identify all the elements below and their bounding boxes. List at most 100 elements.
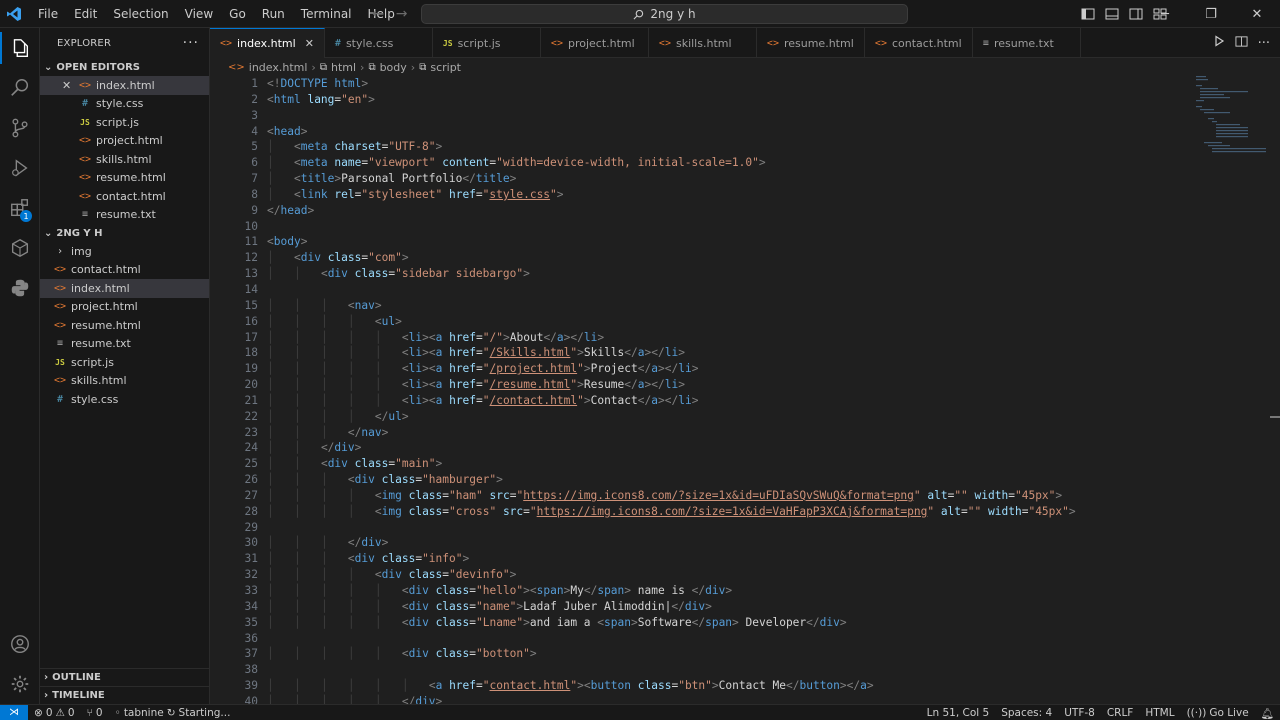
breadcrumb-item[interactable]: script bbox=[430, 61, 461, 74]
code-line[interactable]: │ │ │ │ │ <li><a href="/Skills.html">Ski… bbox=[267, 345, 1197, 361]
open-editor-item[interactable]: <> project.html bbox=[40, 132, 209, 151]
ports-indicator[interactable]: ⑂ 0 bbox=[81, 707, 109, 719]
open-editor-item[interactable]: <> resume.html bbox=[40, 169, 209, 188]
remote-explorer-icon[interactable] bbox=[0, 228, 40, 268]
open-editors-header[interactable]: ⌄ OPEN EDITORS bbox=[40, 58, 209, 76]
tab-style-css[interactable]: # style.css bbox=[325, 28, 433, 58]
timeline-header[interactable]: › TIMELINE bbox=[40, 686, 209, 704]
restore-icon[interactable]: ❐ bbox=[1188, 0, 1234, 28]
code-line[interactable]: │ │ │ </nav> bbox=[267, 425, 1197, 441]
code-area[interactable]: <!DOCTYPE html> <html lang="en"> <head> │ <… bbox=[267, 76, 1197, 704]
command-center-search[interactable]: 2ng y h bbox=[421, 4, 908, 24]
go-live-button[interactable]: ((·)) Go Live bbox=[1181, 707, 1255, 719]
file-item[interactable]: JS script.js bbox=[40, 353, 209, 372]
open-editor-item[interactable]: <> contact.html bbox=[40, 187, 209, 206]
code-line[interactable]: │ │ │ │ │ </div> bbox=[267, 694, 1197, 704]
code-line[interactable]: │ │ <div class="sidebar sidebargo"> bbox=[267, 266, 1197, 282]
source-control-icon[interactable] bbox=[0, 108, 40, 148]
code-editor[interactable]: 1 2 3 4 5 6 7 8 9 10 11 12 13 14 15 16 17 18 19 20 21 22 23 24 2… bbox=[210, 76, 1280, 704]
code-line[interactable] bbox=[267, 282, 1197, 298]
encoding[interactable]: UTF-8 bbox=[1058, 707, 1101, 719]
code-line[interactable]: │ │ │ │ <img class="cross" src="https://… bbox=[267, 504, 1197, 520]
line-endings[interactable]: CRLF bbox=[1101, 707, 1140, 719]
code-line[interactable]: │ │ │ <div class="hamburger"> bbox=[267, 472, 1197, 488]
code-line[interactable]: │ │ │ </div> bbox=[267, 535, 1197, 551]
search-icon[interactable] bbox=[0, 68, 40, 108]
breadcrumb-item[interactable]: html bbox=[331, 61, 356, 74]
minimap[interactable] bbox=[1196, 76, 1266, 156]
accounts-icon[interactable] bbox=[0, 624, 40, 664]
code-line[interactable]: │ │ │ │ │ <div class="hello"><span>My</s… bbox=[267, 583, 1197, 599]
language-mode[interactable]: HTML bbox=[1139, 707, 1180, 719]
breadcrumb-item[interactable]: index.html bbox=[249, 61, 308, 74]
tab-index-html[interactable]: <> index.html ✕ bbox=[210, 28, 325, 58]
run-icon[interactable] bbox=[1213, 35, 1225, 51]
tab-skills-html[interactable]: <> skills.html bbox=[649, 28, 757, 58]
code-line[interactable]: │ │ │ │ │ │ <a href="contact.html"><butt… bbox=[267, 678, 1197, 694]
code-line[interactable] bbox=[267, 662, 1197, 678]
close-icon[interactable]: ✕ bbox=[62, 79, 71, 92]
code-line[interactable]: │ │ │ <nav> bbox=[267, 298, 1197, 314]
code-line[interactable]: │ │ │ │ │ <li><a href="/project.html">Pr… bbox=[267, 361, 1197, 377]
extensions-icon[interactable]: 1 bbox=[0, 188, 40, 228]
code-line[interactable]: │ <title>Parsonal Portfolio</title> bbox=[267, 171, 1197, 187]
code-line[interactable]: │ │ │ │ <ul> bbox=[267, 314, 1197, 330]
breadcrumb-item[interactable]: body bbox=[380, 61, 407, 74]
open-editor-item[interactable]: ≡ resume.txt bbox=[40, 206, 209, 225]
toggle-primary-sidebar-icon[interactable] bbox=[1080, 6, 1096, 22]
code-line[interactable]: </head> bbox=[267, 203, 1197, 219]
code-line[interactable]: │ <meta name="viewport" content="width=d… bbox=[267, 155, 1197, 171]
close-icon[interactable]: ✕ bbox=[305, 37, 314, 50]
folder-header[interactable]: ⌄ 2NG Y H bbox=[40, 224, 209, 242]
code-line[interactable]: │ │ <div class="main"> bbox=[267, 456, 1197, 472]
manage-gear-icon[interactable] bbox=[0, 664, 40, 704]
file-item[interactable]: <> index.html bbox=[40, 279, 209, 298]
more-actions-icon[interactable]: ··· bbox=[183, 35, 199, 51]
back-arrow-icon[interactable]: ← bbox=[372, 6, 384, 22]
code-line[interactable]: <!DOCTYPE html> bbox=[267, 76, 1197, 92]
code-line[interactable]: │ │ │ │ <img class="ham" src="https://im… bbox=[267, 488, 1197, 504]
tabnine-status[interactable]: ◦ tabnine ↻ Starting... bbox=[109, 707, 237, 719]
code-line[interactable]: │ │ │ │ </ul> bbox=[267, 409, 1197, 425]
run-debug-icon[interactable] bbox=[0, 148, 40, 188]
code-line[interactable]: │ │ │ │ │ <li><a href="/">About</a></li> bbox=[267, 330, 1197, 346]
menu-item-go[interactable]: Go bbox=[221, 0, 254, 28]
file-item[interactable]: <> skills.html bbox=[40, 372, 209, 391]
cursor-position[interactable]: Ln 51, Col 5 bbox=[921, 707, 996, 719]
code-line[interactable]: │ │ │ │ <div class="devinfo"> bbox=[267, 567, 1197, 583]
file-item[interactable]: # style.css bbox=[40, 390, 209, 409]
file-item[interactable]: <> contact.html bbox=[40, 261, 209, 280]
code-line[interactable]: │ │ │ │ │ <li><a href="/resume.html">Res… bbox=[267, 377, 1197, 393]
code-line[interactable]: │ │ │ │ │ <div class="Lname">and iam a <… bbox=[267, 615, 1197, 631]
menu-item-file[interactable]: File bbox=[30, 0, 66, 28]
minimize-icon[interactable]: ─ bbox=[1142, 0, 1188, 28]
outline-header[interactable]: › OUTLINE bbox=[40, 668, 209, 686]
notifications-bell-icon[interactable]: 🔔︎ bbox=[1255, 707, 1280, 720]
menu-item-terminal[interactable]: Terminal bbox=[293, 0, 360, 28]
code-line[interactable]: │ │ │ │ │ <li><a href="/contact.html">Co… bbox=[267, 393, 1197, 409]
code-line[interactable]: <html lang="en"> bbox=[267, 92, 1197, 108]
more-actions-icon[interactable]: ··· bbox=[1258, 36, 1270, 51]
tab-script-js[interactable]: JS script.js bbox=[433, 28, 541, 58]
code-line[interactable]: │ <meta charset="UTF-8"> bbox=[267, 139, 1197, 155]
code-line[interactable]: <head> bbox=[267, 124, 1197, 140]
menu-item-view[interactable]: View bbox=[177, 0, 221, 28]
tab-contact-html[interactable]: <> contact.html bbox=[865, 28, 973, 58]
forward-arrow-icon[interactable]: → bbox=[396, 6, 408, 22]
file-item[interactable]: <> project.html bbox=[40, 298, 209, 317]
open-editor-item[interactable]: ✕ <> index.html bbox=[40, 76, 209, 95]
indentation[interactable]: Spaces: 4 bbox=[995, 707, 1058, 719]
problems-indicator[interactable]: ⊗ 0 ⚠ 0 bbox=[28, 707, 81, 719]
explorer-icon[interactable] bbox=[0, 28, 40, 68]
tab-resume-html[interactable]: <> resume.html bbox=[757, 28, 865, 58]
code-line[interactable]: │ <link rel="stylesheet" href="style.css… bbox=[267, 187, 1197, 203]
code-line[interactable]: <body> bbox=[267, 234, 1197, 250]
tab-project-html[interactable]: <> project.html bbox=[541, 28, 649, 58]
code-line[interactable]: │ │ </div> bbox=[267, 440, 1197, 456]
file-item[interactable]: ≡ resume.txt bbox=[40, 335, 209, 354]
remote-indicator-icon[interactable]: ⋊ bbox=[0, 704, 28, 720]
code-line[interactable]: │ │ │ │ │ <div class="name">Ladaf Juber … bbox=[267, 599, 1197, 615]
menu-item-selection[interactable]: Selection bbox=[105, 0, 176, 28]
code-line[interactable]: │ │ │ <div class="info"> bbox=[267, 551, 1197, 567]
menu-item-edit[interactable]: Edit bbox=[66, 0, 105, 28]
